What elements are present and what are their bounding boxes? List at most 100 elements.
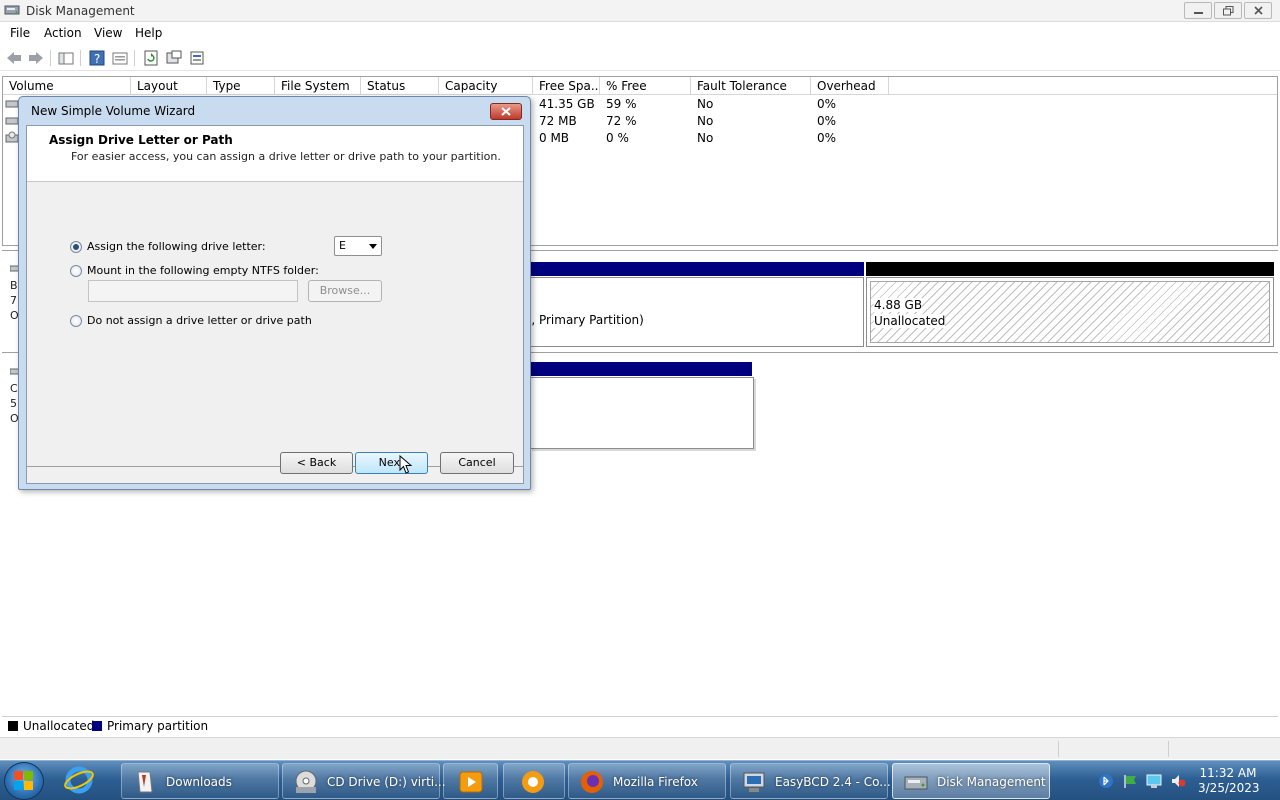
primary-partition-header	[530, 262, 864, 276]
taskbar-item-label: Mozilla Firefox	[613, 775, 698, 789]
network-icon[interactable]	[1146, 773, 1162, 789]
row-percent-free: 72 %	[606, 114, 637, 128]
col-status[interactable]: Status	[361, 77, 439, 95]
clock-time: 11:32 AM	[1199, 766, 1257, 780]
refresh-icon	[144, 50, 158, 66]
disk-management-icon	[4, 5, 20, 15]
refresh-button[interactable]	[141, 48, 161, 68]
taskbar: Downloads CD Drive (D:) virti... Mozilla…	[0, 760, 1280, 800]
menu-bar: File Action View Help	[0, 22, 1280, 44]
assign-letter-label[interactable]: Assign the following drive letter:	[87, 240, 266, 253]
row-free-space: 72 MB	[539, 114, 577, 128]
col-free-space[interactable]: Free Spa...	[533, 77, 600, 95]
dialog-title: New Simple Volume Wizard	[31, 104, 196, 118]
primary-partition-header	[530, 362, 752, 376]
media-player-icon	[459, 771, 483, 793]
col-percent-free[interactable]: % Free	[600, 77, 691, 95]
wizard-header: Assign Drive Letter or Path For easier a…	[27, 126, 523, 182]
internet-explorer-icon	[64, 766, 94, 794]
help-button[interactable]: ?	[87, 48, 107, 68]
volume-drive-icon	[5, 100, 19, 108]
disk-1-partition[interactable]	[530, 377, 754, 449]
browse-button[interactable]: Browse...	[308, 280, 382, 302]
minimize-icon	[1194, 12, 1203, 14]
row-free-space: 0 MB	[539, 131, 570, 145]
restore-icon	[1223, 6, 1234, 16]
wizard-heading: Assign Drive Letter or Path	[49, 133, 233, 147]
start-button[interactable]	[4, 762, 44, 800]
forward-arrow-icon	[29, 52, 43, 64]
status-bar	[0, 737, 1280, 759]
col-type[interactable]: Type	[207, 77, 275, 95]
cd-drive-icon	[295, 770, 317, 793]
unallocated-partition[interactable]: 4.88 GB Unallocated	[866, 277, 1274, 347]
no-letter-label[interactable]: Do not assign a drive letter or drive pa…	[87, 314, 312, 327]
close-window-button[interactable]	[1244, 2, 1272, 19]
minimize-button[interactable]	[1184, 2, 1212, 19]
next-button[interactable]: Next	[355, 452, 428, 474]
main-title-bar: Disk Management	[0, 0, 1280, 22]
rescan-disks-icon	[166, 50, 182, 64]
taskbar-item-downloads[interactable]: Downloads	[121, 763, 279, 799]
row-overhead: 0%	[817, 131, 837, 145]
taskbar-item-media-player[interactable]	[443, 763, 498, 799]
firefox-icon	[581, 771, 603, 793]
properties-button[interactable]	[110, 48, 130, 68]
properties-icon	[112, 52, 128, 65]
console-tree-button[interactable]	[56, 48, 76, 68]
row-fault-tolerance: No	[697, 114, 714, 128]
col-volume[interactable]: Volume	[3, 77, 131, 95]
folder-path-field[interactable]	[88, 280, 298, 302]
taskbar-item-disk-management[interactable]: Disk Management	[892, 763, 1050, 799]
legend-unallocated-swatch	[8, 721, 18, 731]
drive-letter-value: E	[339, 239, 346, 252]
internet-explorer-pinned[interactable]	[64, 765, 94, 798]
window-title: Disk Management	[26, 4, 135, 18]
cancel-button[interactable]: Cancel	[440, 452, 514, 474]
mount-folder-radio[interactable]	[70, 265, 82, 277]
col-layout[interactable]: Layout	[131, 77, 207, 95]
col-file-system[interactable]: File System	[275, 77, 361, 95]
unallocated-header	[866, 262, 1274, 276]
mount-folder-label[interactable]: Mount in the following empty NTFS folder…	[87, 264, 319, 277]
console-tree-icon	[58, 52, 74, 65]
restore-button[interactable]	[1214, 2, 1242, 19]
cd-drive-icon	[5, 131, 19, 143]
row-fault-tolerance: No	[697, 131, 714, 145]
drive-letter-select[interactable]: E	[334, 236, 382, 256]
menu-help[interactable]: Help	[135, 26, 162, 40]
taskbar-item-label: Disk Management	[937, 775, 1046, 789]
bluetooth-icon[interactable]	[1098, 773, 1114, 789]
dialog-close-button[interactable]	[490, 103, 522, 120]
row-free-space: 41.35 GB	[539, 97, 595, 111]
action-center-flag-icon[interactable]	[1122, 773, 1138, 789]
row-percent-free: 0 %	[606, 131, 629, 145]
taskbar-item-easybcd[interactable]: EasyBCD 2.4 - Co...	[730, 763, 891, 799]
col-overhead[interactable]: Overhead	[811, 77, 889, 95]
help-icon: ?	[89, 50, 105, 66]
back-button[interactable]	[4, 48, 24, 68]
menu-action[interactable]: Action	[44, 26, 82, 40]
no-letter-radio[interactable]	[70, 315, 82, 327]
svg-text:?: ?	[94, 52, 100, 66]
assign-letter-radio[interactable]	[70, 241, 82, 253]
volume-drive-icon	[5, 117, 19, 125]
forward-button[interactable]	[26, 48, 46, 68]
col-capacity[interactable]: Capacity	[439, 77, 533, 95]
windows-logo-icon	[14, 771, 33, 790]
easybcd-icon	[743, 772, 765, 792]
primary-partition[interactable]: o, Primary Partition)	[524, 277, 864, 347]
menu-view[interactable]: View	[94, 26, 122, 40]
col-fault-tolerance[interactable]: Fault Tolerance	[691, 77, 811, 95]
rescan-disks-button[interactable]	[164, 48, 184, 68]
back-button[interactable]: < Back	[280, 452, 353, 474]
taskbar-item-cd-drive[interactable]: CD Drive (D:) virti...	[282, 763, 446, 799]
system-clock[interactable]: 11:32 AM 3/25/2023	[1198, 766, 1260, 796]
taskbar-item-firefox[interactable]: Mozilla Firefox	[568, 763, 726, 799]
taskbar-item-browser[interactable]	[503, 763, 565, 799]
close-icon	[501, 107, 511, 116]
downloads-folder-icon	[137, 771, 153, 793]
volume-muted-icon[interactable]	[1170, 773, 1186, 789]
menu-file[interactable]: File	[10, 26, 30, 40]
settings-button[interactable]	[187, 48, 207, 68]
